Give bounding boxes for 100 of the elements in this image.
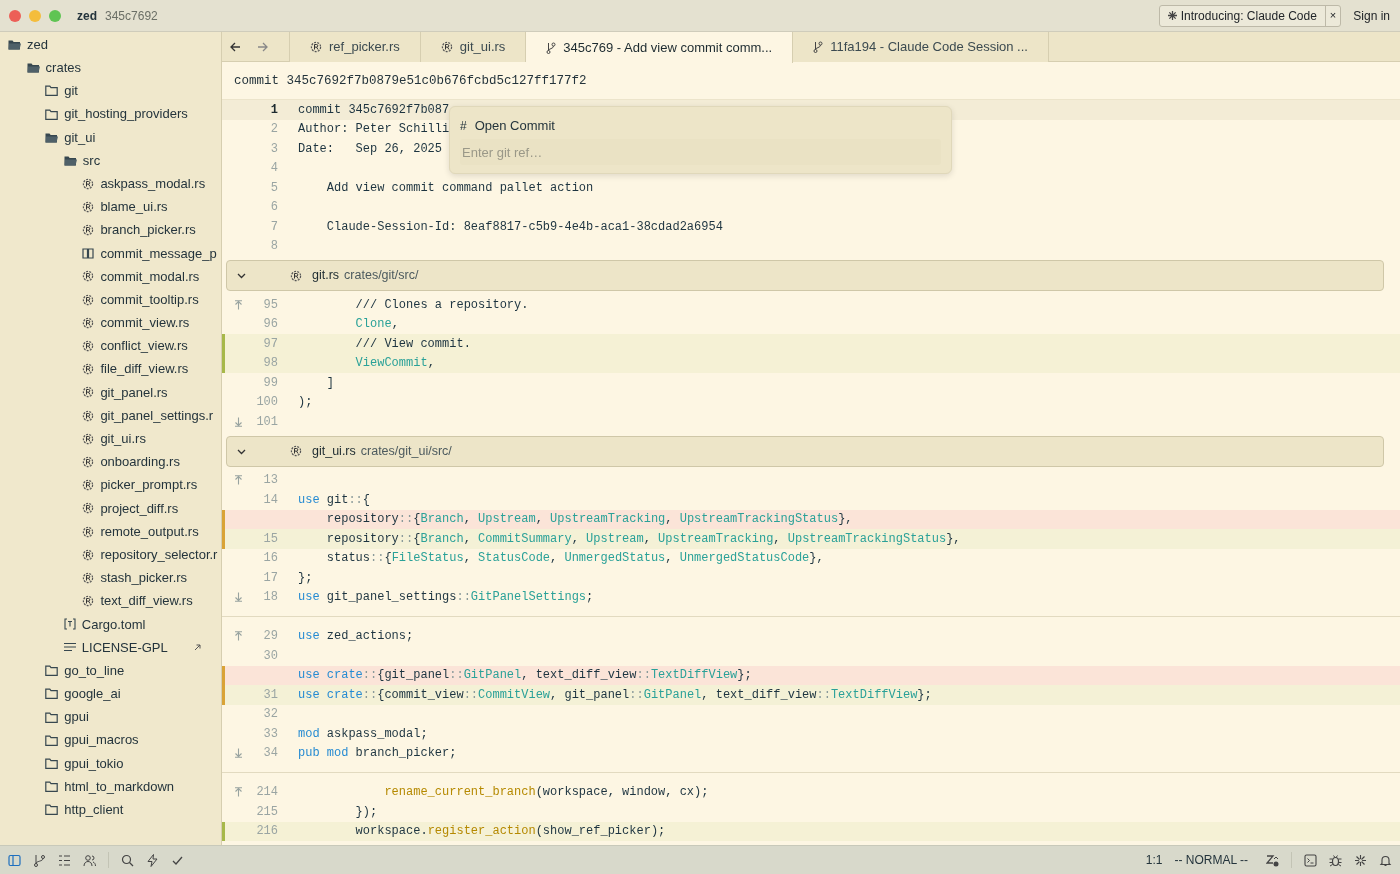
- file-item[interactable]: git_ui.rs: [100, 429, 146, 449]
- rust-file-icon: [82, 595, 95, 608]
- line-number: 17: [263, 570, 278, 585]
- folder-item[interactable]: src: [82, 150, 101, 171]
- file-item[interactable]: blame_ui.rs: [100, 197, 168, 217]
- file-item[interactable]: stash_picker.rs: [100, 568, 188, 588]
- expand-up-icon[interactable]: [234, 475, 243, 486]
- file-header[interactable]: git_ui.rs crates/git_ui/src/: [226, 435, 1384, 467]
- expand-up-icon[interactable]: [234, 299, 243, 310]
- rust-file-icon: [82, 363, 95, 376]
- branch-icon: [813, 41, 824, 53]
- bug-icon[interactable]: [1329, 853, 1342, 867]
- search-icon[interactable]: [121, 853, 134, 867]
- folder-item[interactable]: http_client: [64, 800, 124, 820]
- close-button[interactable]: ×: [1325, 5, 1341, 26]
- code-line: });: [354, 803, 378, 821]
- line-number: 99: [263, 375, 278, 390]
- line-number: 101: [256, 414, 278, 429]
- code-line: /// Clones a repository.: [354, 296, 529, 314]
- terminal-icon[interactable]: [1304, 853, 1317, 867]
- editor-tab[interactable]: 345c769 - Add view commit comm...: [526, 32, 794, 63]
- file-item[interactable]: git_panel.rs: [100, 382, 168, 403]
- line-number: 14: [263, 492, 278, 507]
- file-item[interactable]: branch_picker.rs: [100, 220, 196, 240]
- folder-item[interactable]: gpui_macros: [64, 730, 139, 750]
- file-item[interactable]: remote_output.rs: [100, 521, 199, 542]
- folder-item[interactable]: git_ui: [64, 127, 96, 148]
- sign-in-button[interactable]: Sign in: [1349, 6, 1394, 25]
- git-ref-input[interactable]: Enter git ref…: [462, 139, 939, 165]
- folder-item[interactable]: gpui_tokio: [64, 753, 124, 774]
- text-lines-icon: [63, 642, 76, 653]
- expand-down-icon[interactable]: [234, 748, 243, 759]
- expand-up-icon[interactable]: [234, 631, 243, 642]
- file-item[interactable]: conflict_view.rs: [100, 336, 188, 356]
- outline-icon[interactable]: [58, 853, 71, 867]
- diff-marker: [222, 821, 225, 841]
- folder-item[interactable]: zed: [27, 34, 48, 55]
- file-item[interactable]: commit_view.rs: [100, 313, 190, 333]
- file-item[interactable]: commit_tooltip.rs: [100, 289, 199, 310]
- bell-icon[interactable]: [1379, 853, 1392, 867]
- file-item[interactable]: picker_prompt.rs: [100, 475, 198, 495]
- folder-item[interactable]: git: [64, 81, 78, 101]
- people-icon[interactable]: [83, 853, 96, 867]
- line-number: 5: [270, 180, 278, 195]
- line-number: 32: [263, 707, 278, 722]
- folder-item[interactable]: gpui: [64, 707, 89, 727]
- code-line: ]: [325, 374, 334, 392]
- rust-file-icon: [82, 548, 95, 561]
- file-item[interactable]: text_diff_view.rs: [100, 591, 193, 611]
- expand-down-icon[interactable]: [234, 416, 243, 427]
- folder-item[interactable]: crates: [45, 58, 81, 78]
- sparkle-icon[interactable]: [1354, 853, 1367, 867]
- file-item[interactable]: commit_message_p: [100, 243, 217, 264]
- lightning-icon[interactable]: [146, 853, 159, 867]
- symlink-arrow-icon: [194, 643, 201, 651]
- line-number: 2: [270, 122, 278, 137]
- rust-file-icon: [82, 177, 95, 190]
- forward-arrow-icon[interactable]: [257, 41, 268, 52]
- editor-tab[interactable]: 11fa194 - Claude Code Session ...: [793, 32, 1049, 62]
- vim-mode: -- NORMAL --: [1174, 852, 1248, 869]
- code-line: pub mod branch_picker;: [297, 745, 457, 763]
- folder-item[interactable]: go_to_line: [64, 660, 125, 681]
- branch-icon: [546, 41, 557, 54]
- line-number: 98: [263, 356, 278, 371]
- file-item[interactable]: git_panel_settings.r: [100, 405, 214, 426]
- line-number: 18: [263, 590, 278, 605]
- expand-up-icon[interactable]: [234, 787, 243, 798]
- code-line: Add view commit command pallet action: [325, 179, 594, 197]
- line-number: 30: [263, 648, 278, 663]
- chevron-down-icon[interactable]: [237, 271, 246, 280]
- line-number: 100: [256, 395, 278, 410]
- branch-name[interactable]: 345c7692: [105, 6, 158, 25]
- file-item[interactable]: project_diff.rs: [100, 498, 179, 519]
- editor-tab[interactable]: git_ui.rs: [420, 32, 527, 62]
- folder-item[interactable]: html_to_markdown: [64, 776, 174, 797]
- project-name[interactable]: zed: [77, 6, 97, 25]
- edit-prediction-icon[interactable]: [1266, 853, 1279, 867]
- file-header[interactable]: git.rs crates/git/src/: [226, 260, 1384, 291]
- rust-file-icon: [82, 455, 95, 468]
- close-window-button[interactable]: [9, 9, 21, 22]
- file-item[interactable]: onboarding.rs: [100, 452, 180, 472]
- back-arrow-icon[interactable]: [230, 41, 241, 52]
- code-line: repository::{Branch, CommitSummary, Upstream, UpstreamTracking, UpstreamTrackingStatus},: [325, 530, 961, 548]
- panel-toggle-icon[interactable]: [8, 853, 21, 867]
- rust-file-icon: [82, 270, 95, 283]
- file-item[interactable]: repository_selector.r: [100, 544, 218, 565]
- announcement-button[interactable]: Introducing: Claude Code: [1159, 5, 1326, 26]
- branch-icon[interactable]: [33, 853, 46, 867]
- folder-item[interactable]: git_hosting_providers: [64, 104, 188, 124]
- folder-item[interactable]: google_ai: [64, 684, 121, 704]
- expand-down-icon[interactable]: [234, 592, 243, 603]
- file-item[interactable]: file_diff_view.rs: [100, 359, 189, 379]
- code-line: workspace.register_action(show_ref_picker);: [354, 823, 666, 841]
- file-item[interactable]: LICENSE-GPL: [81, 637, 168, 658]
- editor-tab[interactable]: ref_picker.rs: [290, 32, 421, 62]
- file-item[interactable]: commit_modal.rs: [100, 266, 200, 287]
- file-item[interactable]: Cargo.toml: [81, 614, 146, 635]
- cursor-position[interactable]: 1:1: [1145, 851, 1163, 869]
- file-item[interactable]: askpass_modal.rs: [100, 173, 206, 194]
- file-name: git_ui.rs: [312, 442, 356, 460]
